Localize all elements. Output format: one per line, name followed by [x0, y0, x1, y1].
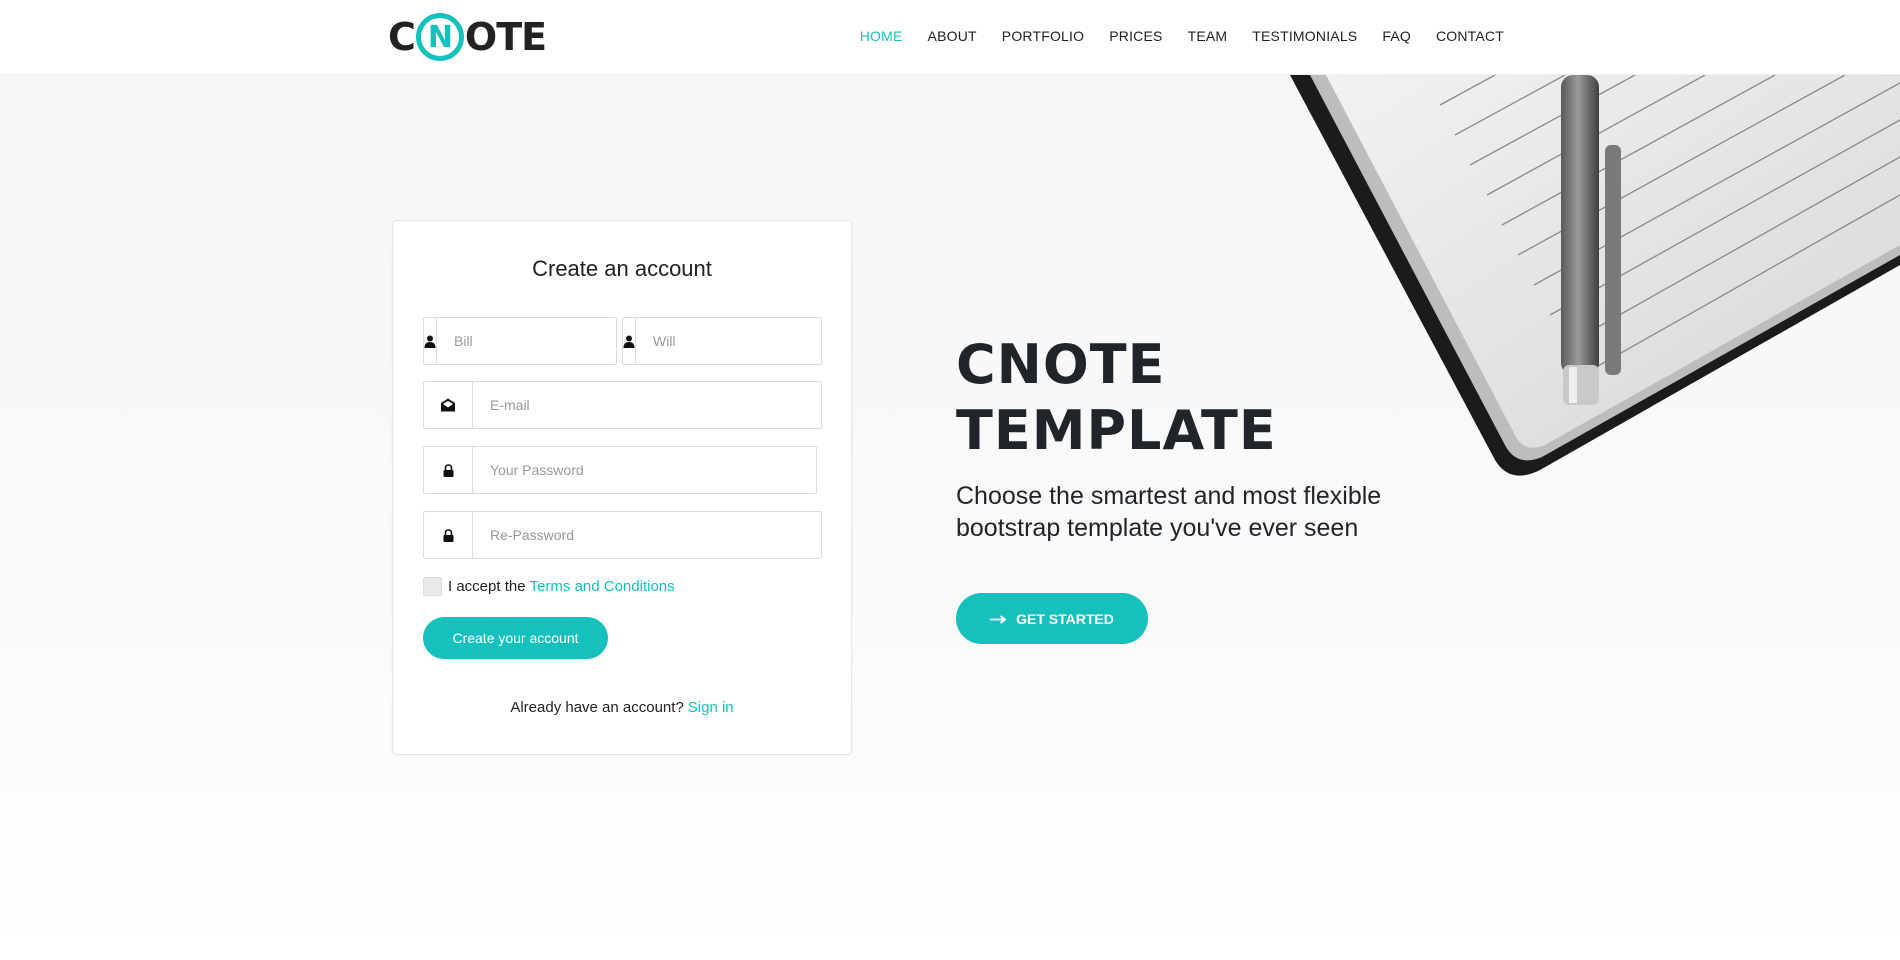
nav-portfolio[interactable]: PORTFOLIO [1002, 28, 1084, 44]
first-name-input[interactable] [437, 318, 652, 364]
terms-text: I accept the [448, 578, 526, 595]
get-started-button[interactable]: GET STARTED [956, 593, 1148, 644]
logo[interactable]: C N OTE [388, 12, 547, 62]
repassword-field [423, 511, 822, 559]
signin-prompt: Already have an account? Sign in [393, 699, 851, 716]
terms-checkbox[interactable] [423, 577, 442, 596]
signin-link[interactable]: Sign in [688, 699, 734, 716]
nav-contact[interactable]: CONTACT [1436, 28, 1504, 44]
notebook-pen-image [1290, 75, 1900, 476]
user-icon [424, 318, 437, 364]
repassword-input[interactable] [473, 512, 821, 558]
nav-faq[interactable]: FAQ [1382, 28, 1411, 44]
hero-subtitle-line-2: bootstrap template you've ever seen [956, 514, 1359, 542]
email-input[interactable] [473, 382, 821, 428]
nav-about[interactable]: ABOUT [928, 28, 977, 44]
first-name-field [423, 317, 652, 365]
last-name-input[interactable] [636, 318, 851, 364]
create-account-button[interactable]: Create your account [423, 617, 608, 659]
lock-icon [424, 447, 473, 493]
get-started-label: GET STARTED [1016, 610, 1114, 627]
hero-subtitle-line-1: Choose the smartest and most flexible [956, 482, 1382, 510]
envelope-open-icon [424, 382, 473, 428]
lock-icon [424, 512, 473, 558]
logo-ring: N [415, 13, 464, 61]
hero-title-line-2: TEMPLATE [956, 399, 1277, 462]
email-field [423, 381, 822, 429]
nav-testimonials[interactable]: TESTIMONIALS [1252, 28, 1357, 44]
password-field [423, 446, 817, 494]
signup-card: Create an account I accept the Terms a [392, 220, 852, 755]
site-header: C N OTE HOME ABOUT PORTFOLIO PRICES TEAM… [0, 0, 1900, 75]
hero-section [0, 75, 1900, 960]
terms-row: I accept the Terms and Conditions [423, 577, 675, 596]
main-nav: HOME ABOUT PORTFOLIO PRICES TEAM TESTIMO… [835, 0, 1504, 72]
user-icon [623, 318, 636, 364]
signup-title: Create an account [532, 256, 712, 281]
hero-title: CNOTE TEMPLATE [956, 332, 1277, 464]
arrow-right-icon [990, 611, 1007, 627]
password-input[interactable] [473, 447, 816, 493]
hero-title-line-1: CNOTE [956, 333, 1166, 396]
logo-letter-c: C [388, 15, 416, 59]
nav-prices[interactable]: PRICES [1109, 28, 1162, 44]
logo-letters-ote: OTE [464, 15, 547, 59]
already-text: Already have an account? [510, 699, 684, 716]
last-name-field [622, 317, 851, 365]
terms-link[interactable]: Terms and Conditions [530, 578, 675, 595]
hero-subtitle: Choose the smartest and most flexible bo… [956, 480, 1476, 544]
logo-letter-n: N [427, 19, 453, 55]
nav-home[interactable]: HOME [860, 28, 903, 44]
nav-team[interactable]: TEAM [1188, 28, 1228, 44]
